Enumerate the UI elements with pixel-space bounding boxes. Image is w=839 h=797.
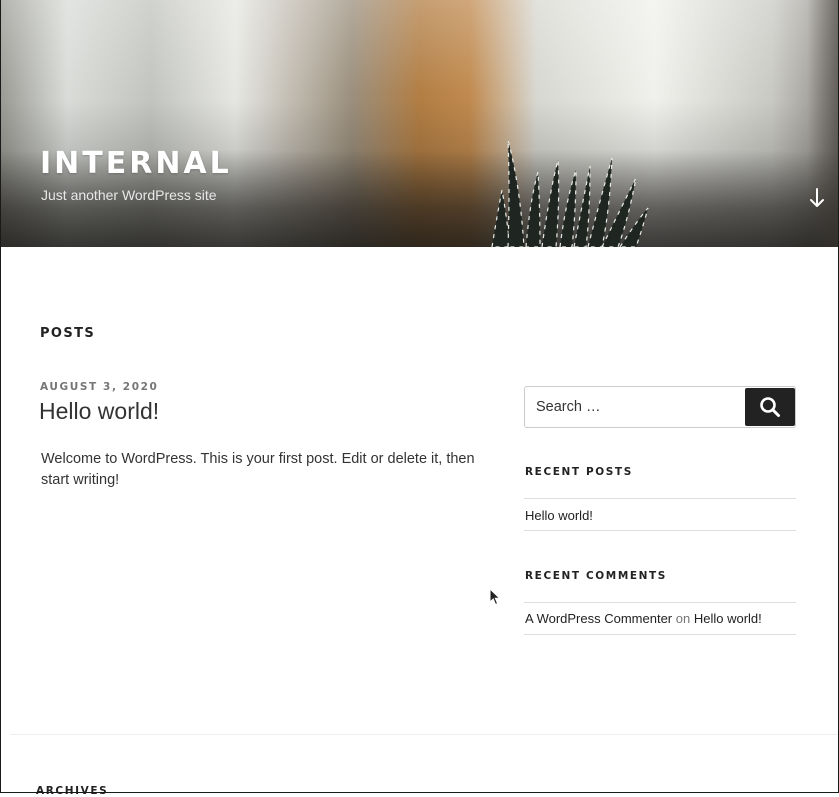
divider — [524, 634, 796, 635]
recent-post-link[interactable]: Hello world! — [525, 508, 593, 523]
recent-comment-item: A WordPress Commenter on Hello world! — [525, 611, 762, 626]
site-description: Just another WordPress site — [41, 187, 217, 203]
search-button[interactable] — [745, 388, 795, 426]
post-excerpt: Welcome to WordPress. This is your first… — [41, 451, 475, 488]
archives-title: ARCHIVES — [36, 785, 109, 797]
divider — [524, 530, 796, 531]
footer-divider — [10, 734, 839, 735]
search-form — [524, 386, 796, 428]
page-title: POSTS — [40, 326, 96, 341]
recent-posts-title: RECENT POSTS — [525, 466, 633, 478]
recent-comments-title: RECENT COMMENTS — [525, 570, 667, 582]
arrow-down-icon — [810, 188, 824, 207]
header-highlight — [0, 0, 839, 95]
mouse-cursor-icon — [489, 588, 501, 606]
site-header: INTERNAL Just another WordPress site — [0, 0, 839, 247]
divider — [524, 602, 796, 603]
search-input[interactable] — [525, 387, 745, 427]
header-plant-image — [491, 139, 649, 247]
site-title[interactable]: INTERNAL — [40, 146, 232, 181]
search-icon — [760, 397, 780, 417]
post-date[interactable]: AUGUST 3, 2020 — [40, 381, 158, 393]
comment-author-link[interactable]: A WordPress Commenter — [525, 611, 672, 626]
post-title-link[interactable]: Hello world! — [39, 398, 159, 425]
scroll-down-button[interactable] — [806, 186, 828, 210]
comment-on-label: on — [675, 611, 691, 626]
comment-post-link[interactable]: Hello world! — [694, 611, 762, 626]
divider — [524, 498, 796, 499]
